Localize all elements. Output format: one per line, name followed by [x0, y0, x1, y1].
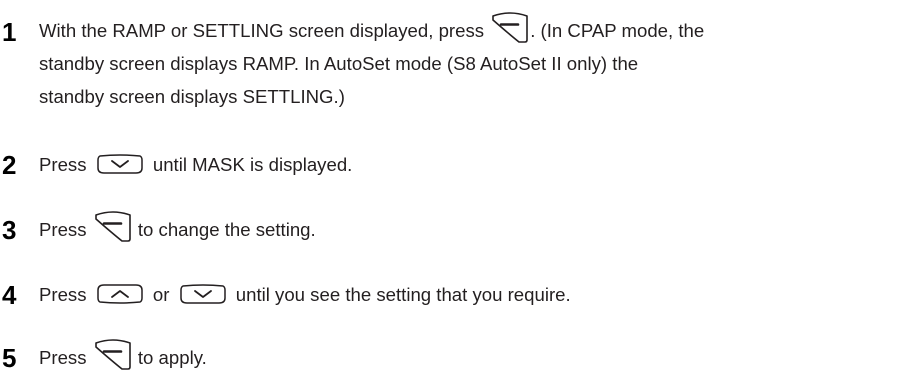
step-text-part: With the RAMP or SETTLING screen display…: [39, 20, 485, 41]
step-text: Press to change the setting.: [39, 211, 892, 246]
step-number: 3: [2, 215, 17, 245]
step-number: 4: [2, 280, 17, 310]
step-text-part: Press: [39, 347, 87, 368]
step-text-part: to apply.: [137, 347, 207, 368]
step-text-part: until you see the setting that you requi…: [235, 284, 571, 305]
step-number: 2: [2, 150, 17, 180]
step-text-part: or: [152, 284, 170, 305]
step-text-line: standby screen displays SETTLING.): [39, 86, 345, 107]
step-text-part: Press: [39, 154, 87, 175]
down-key-icon: [96, 153, 144, 175]
step-text: Press until MASK is displayed.: [39, 148, 892, 181]
enter-key-icon: [94, 339, 132, 371]
step-text-part: . (In CPAP mode, the: [530, 20, 705, 41]
step-text-part: to change the setting.: [137, 219, 316, 240]
step-text: Press or until you see the setting that …: [39, 278, 892, 311]
up-key-icon: [96, 283, 144, 305]
step-text-part: until MASK is displayed.: [152, 154, 353, 175]
step-text-part: Press: [39, 219, 87, 240]
step-text: With the RAMP or SETTLING screen display…: [39, 12, 892, 113]
down-key-icon: [179, 283, 227, 305]
enter-key-icon: [94, 211, 132, 243]
instruction-steps: 1 With the RAMP or SETTLING screen displ…: [0, 0, 898, 384]
step-number: 1: [2, 17, 17, 47]
enter-key-icon: [491, 12, 529, 44]
step-number: 5: [2, 343, 17, 373]
step-text: Press to apply.: [39, 339, 892, 374]
step-text-part: Press: [39, 284, 87, 305]
step-text-line: standby screen displays RAMP. In AutoSet…: [39, 53, 639, 74]
